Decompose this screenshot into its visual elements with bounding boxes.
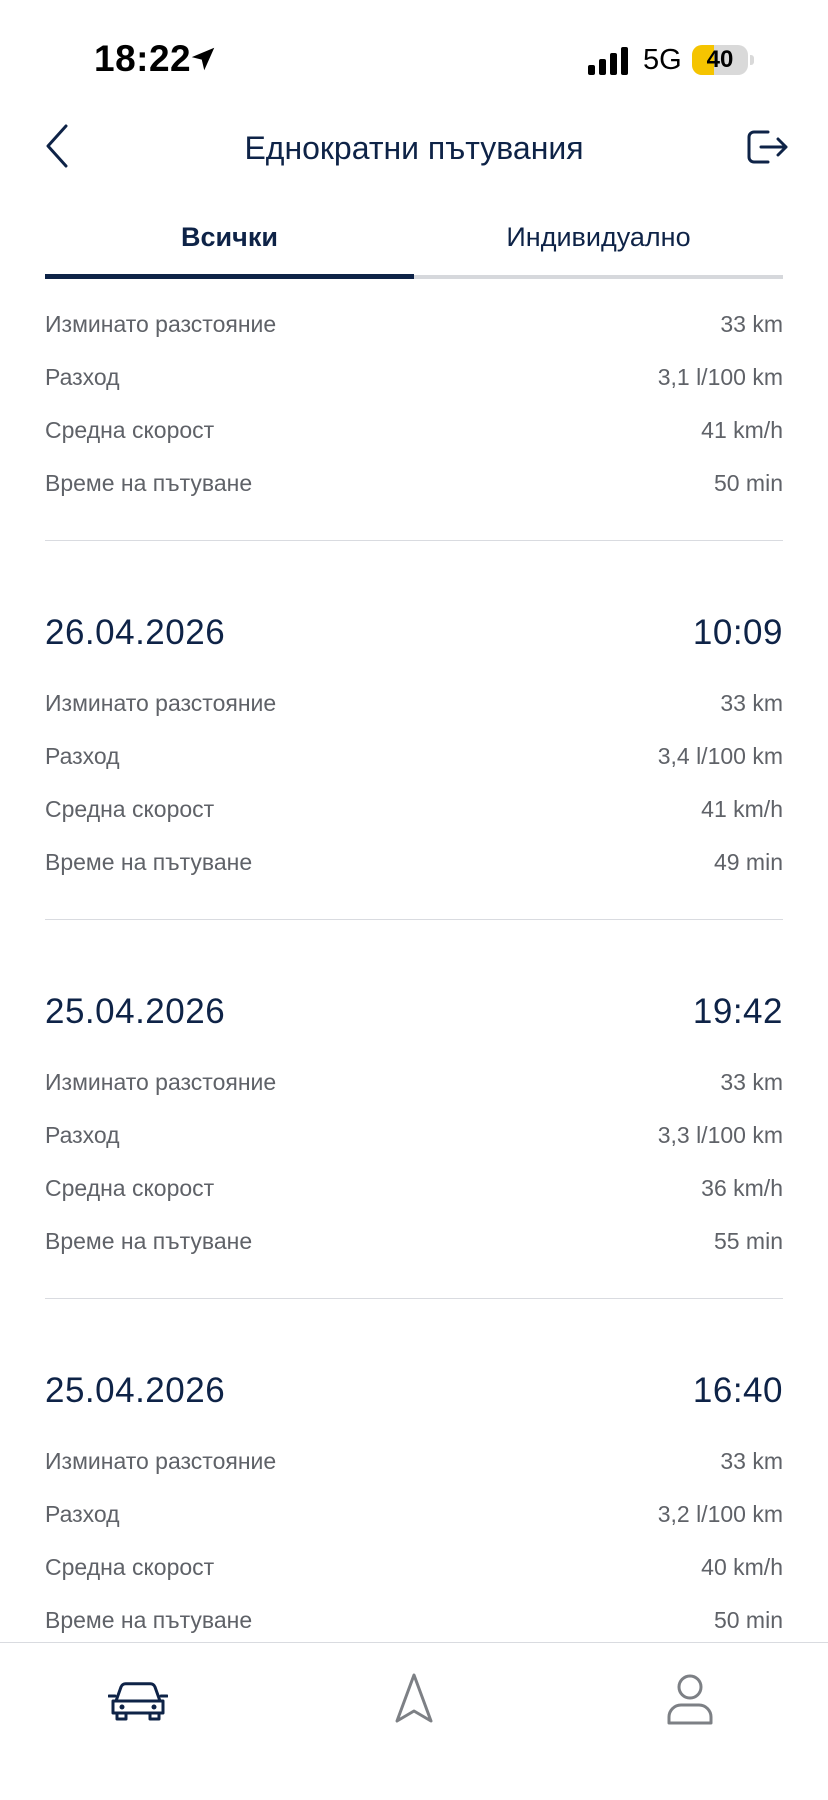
tab-all-label: Всички (181, 222, 278, 252)
travel-time-label: Време на пътуване (45, 1228, 253, 1254)
battery-percent: 40 (706, 46, 734, 73)
tab-individual-label: Индивидуално (506, 222, 691, 252)
navigation-arrow-icon[interactable] (384, 1671, 444, 1727)
travel-time-value: 55 min (713, 1228, 783, 1254)
consumption-value: 3,4 l/100 km (657, 743, 783, 769)
travel-time-row: Време на пътуване 55 min (45, 1215, 783, 1268)
distance-row: Изминато разстояние 33 km (45, 677, 783, 730)
distance-label: Изминато разстояние (45, 311, 277, 337)
trip-header: 25.04.2026 19:42 (45, 992, 783, 1056)
avg-speed-value: 41 km/h (701, 796, 783, 822)
trip-card[interactable]: 26.04.2026 10:09 Изминато разстояние 33 … (45, 541, 783, 920)
summary-block: Изминато разстояние 33 km Разход 3,1 l/1… (45, 298, 783, 541)
travel-time-value: 50 min (713, 1607, 783, 1633)
network-type: 5G (643, 44, 682, 76)
trip-time: 19:42 (692, 992, 783, 1031)
battery-indicator: 40 (692, 45, 748, 75)
battery-nub (750, 55, 754, 65)
consumption-label: Разход (45, 743, 120, 769)
status-time: 18:22 (94, 38, 192, 79)
travel-time-row: Време на пътуване 50 min (45, 1594, 783, 1647)
consumption-label: Разход (45, 364, 120, 390)
trip-date: 25.04.2026 (45, 992, 226, 1031)
distance-label: Изминато разстояние (45, 690, 277, 716)
avg-speed-label: Средна скорост (45, 1554, 215, 1580)
location-arrow-icon (191, 47, 215, 71)
back-button[interactable] (40, 122, 74, 170)
distance-row: Изминато разстояние 33 km (45, 298, 783, 351)
consumption-label: Разход (45, 1122, 120, 1148)
trip-header: 26.04.2026 10:09 (45, 613, 783, 677)
avg-speed-row: Средна скорост 36 km/h (45, 1162, 783, 1215)
avg-speed-row: Средна скорост 40 km/h (45, 1541, 783, 1594)
page-title: Еднократни пътувания (244, 130, 584, 166)
consumption-row: Разход 3,1 l/100 km (45, 351, 783, 404)
trip-header: 25.04.2026 16:40 (45, 1371, 783, 1435)
trip-card[interactable]: 25.04.2026 19:42 Изминато разстояние 33 … (45, 920, 783, 1299)
trip-date: 25.04.2026 (45, 1371, 226, 1410)
travel-time-label: Време на пътуване (45, 1607, 253, 1633)
consumption-row: Разход 3,4 l/100 km (45, 730, 783, 783)
travel-time-value: 49 min (713, 849, 783, 875)
distance-label: Изминато разстояние (45, 1448, 277, 1474)
distance-row: Изминато разстояние 33 km (45, 1435, 783, 1488)
consumption-row: Разход 3,3 l/100 km (45, 1109, 783, 1162)
avg-speed-label: Средна скорост (45, 1175, 215, 1201)
distance-value: 33 km (720, 311, 783, 337)
distance-value: 33 km (720, 1069, 783, 1095)
trip-date: 26.04.2026 (45, 613, 226, 652)
consumption-row: Разход 3,2 l/100 km (45, 1488, 783, 1541)
tab-active-indicator (45, 274, 414, 279)
avg-speed-value: 41 km/h (701, 417, 783, 443)
travel-time-row: Време на пътуване 50 min (45, 457, 783, 510)
travel-time-row: Време на пътуване 49 min (45, 836, 783, 889)
trip-list: Изминато разстояние 33 km Разход 3,1 l/1… (45, 298, 783, 1678)
car-icon[interactable] (108, 1671, 168, 1727)
avg-speed-label: Средна скорост (45, 417, 215, 443)
logout-button[interactable] (744, 126, 790, 168)
consumption-label: Разход (45, 1501, 120, 1527)
avg-speed-label: Средна скорост (45, 796, 215, 822)
trip-card[interactable]: 25.04.2026 16:40 Изминато разстояние 33 … (45, 1299, 783, 1678)
avg-speed-row: Средна скорост 41 km/h (45, 404, 783, 457)
travel-time-label: Време на пътуване (45, 849, 253, 875)
avg-speed-value: 36 km/h (701, 1175, 783, 1201)
bottom-navigation (0, 1642, 828, 1800)
avg-speed-value: 40 km/h (701, 1554, 783, 1580)
consumption-value: 3,3 l/100 km (657, 1122, 783, 1148)
consumption-value: 3,2 l/100 km (657, 1501, 783, 1527)
trip-time: 16:40 (692, 1371, 783, 1410)
signal-bars-icon (588, 47, 628, 75)
distance-value: 33 km (720, 690, 783, 716)
profile-icon[interactable] (660, 1671, 720, 1727)
distance-row: Изминато разстояние 33 km (45, 1056, 783, 1109)
travel-time-value: 50 min (713, 470, 783, 496)
tab-all[interactable]: Всички (45, 212, 414, 280)
consumption-value: 3,1 l/100 km (657, 364, 783, 390)
trip-time: 10:09 (692, 613, 783, 652)
avg-speed-row: Средна скорост 41 km/h (45, 783, 783, 836)
tab-individual[interactable]: Индивидуално (414, 212, 783, 280)
travel-time-label: Време на пътуване (45, 470, 253, 496)
status-bar: 18:22 5G 40 (0, 0, 828, 110)
tab-bar: Всички Индивидуално (45, 212, 783, 280)
distance-label: Изминато разстояние (45, 1069, 277, 1095)
distance-value: 33 km (720, 1448, 783, 1474)
